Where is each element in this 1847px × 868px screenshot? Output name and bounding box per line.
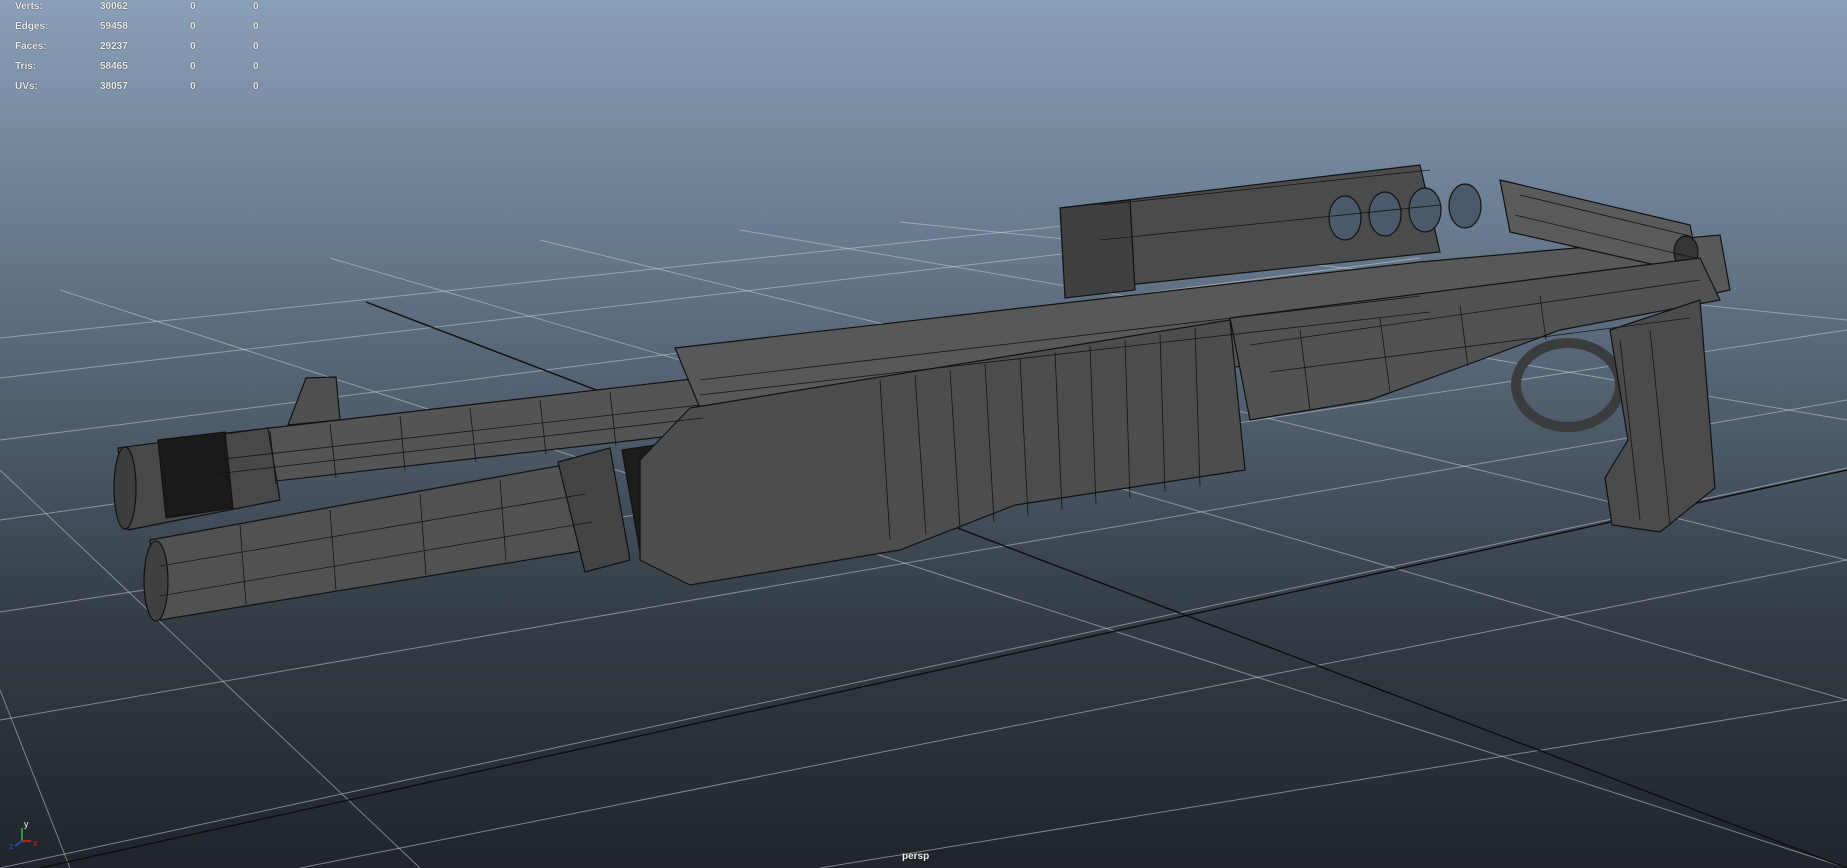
hud-selected-value-2: 0: [253, 81, 259, 92]
rear-sight-block: [1059, 199, 1136, 299]
hud-selected-value: 0: [190, 1, 196, 12]
hud-label: Verts:: [15, 1, 43, 12]
hud-selected-value-2: 0: [253, 61, 259, 72]
muzzle-opening: [113, 446, 137, 530]
perspective-viewport[interactable]: Verts: 30062 0 0 Edges: 59458 0 0 Faces:…: [0, 0, 1847, 868]
rail-hole-4: [1448, 183, 1482, 229]
front-sight: [287, 376, 341, 426]
camera-label: persp: [902, 851, 930, 862]
hud-selected-value-2: 0: [253, 1, 259, 12]
pistol-grip: [1604, 299, 1716, 533]
rail-hole-1: [1328, 195, 1362, 241]
hud-selected-value: 0: [190, 81, 196, 92]
muzzle-knurl: [157, 431, 234, 519]
hud-total-value: 59458: [100, 21, 128, 32]
hud-label: Faces:: [15, 41, 47, 52]
shotgun-model[interactable]: [113, 164, 1731, 622]
hud-selected-value: 0: [190, 21, 196, 32]
hud-label: Tris:: [15, 61, 37, 72]
hud-label: UVs:: [15, 81, 38, 92]
hud-selected-value-2: 0: [253, 21, 259, 32]
hud-total-value: 30062: [100, 1, 128, 12]
axis-z-label: z: [9, 841, 14, 851]
hud-total-value: 58465: [100, 61, 128, 72]
rail-hole-2: [1368, 191, 1402, 237]
magazine-cap: [143, 540, 169, 622]
hud-label: Edges:: [15, 21, 49, 32]
scene-canvas[interactable]: [0, 0, 1847, 868]
hud-selected-value: 0: [190, 61, 196, 72]
axis-x-label: x: [33, 838, 38, 848]
trigger-guard: [1511, 338, 1625, 432]
rail-hole-3: [1408, 187, 1442, 233]
hud-selected-value-2: 0: [253, 41, 259, 52]
hud-selected-value: 0: [190, 41, 196, 52]
hud-total-value: 29237: [100, 41, 128, 52]
axis-y-label: y: [24, 819, 29, 829]
axis-gizmo-labels: y x z: [9, 819, 38, 851]
hud-total-value: 38057: [100, 81, 128, 92]
